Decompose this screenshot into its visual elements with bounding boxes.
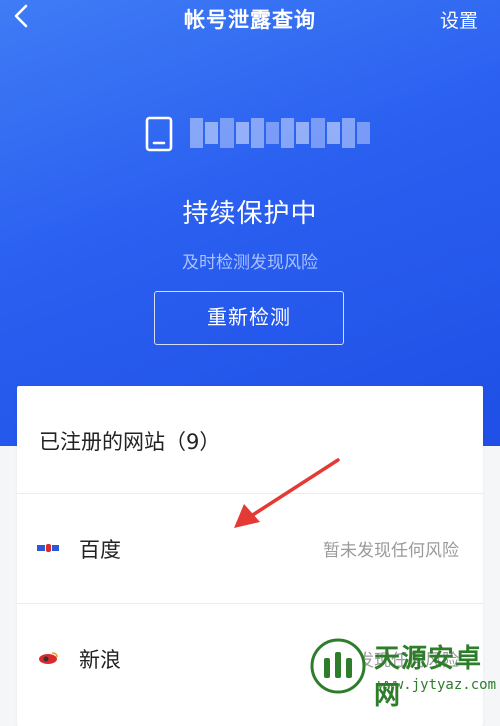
site-name: 百度 — [79, 538, 121, 562]
watermark: 天源安卓网 www.jytyaz.com — [302, 630, 500, 713]
watermark-url: www.jytyaz.com — [378, 677, 497, 693]
header-banner: 帐号泄露查询 设置 持续保护中 及时检测发现风险 重新检测 — [0, 0, 500, 446]
registered-sites-title: 已注册的网站（9） — [39, 430, 221, 454]
phone-icon — [145, 116, 173, 152]
masked-account-number — [190, 118, 371, 148]
watermark-text: 天源安卓网 — [374, 644, 483, 711]
sina-logo-icon — [39, 652, 58, 664]
protection-subtitle: 及时检测发现风险 — [182, 253, 318, 273]
watermark-logo-icon — [310, 638, 366, 694]
protection-status: 持续保护中 — [182, 199, 318, 229]
site-row-baidu[interactable]: 百度 暂未发现任何风险 — [17, 496, 483, 604]
recheck-button[interactable]: 重新检测 — [154, 291, 344, 345]
site-risk-status: 暂未发现任何风险 — [323, 541, 459, 561]
site-name: 新浪 — [79, 648, 121, 672]
settings-button[interactable]: 设置 — [440, 6, 478, 33]
top-bar: 帐号泄露查询 设置 — [0, 0, 500, 36]
page-title: 帐号泄露查询 — [184, 8, 316, 32]
divider — [17, 603, 483, 604]
divider — [17, 493, 483, 494]
baidu-logo-icon — [37, 544, 59, 552]
